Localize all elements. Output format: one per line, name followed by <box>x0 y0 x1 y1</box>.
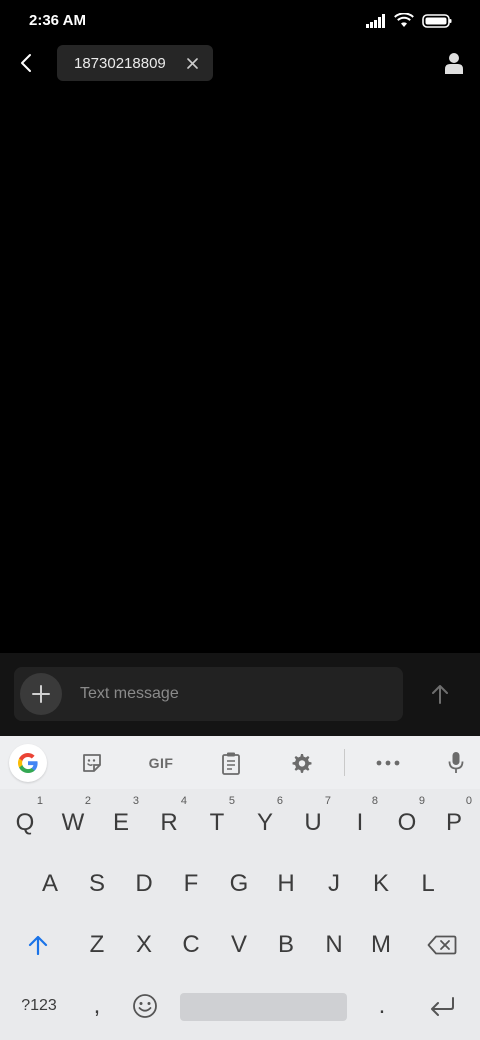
voice-input-button[interactable] <box>438 746 474 780</box>
symbols-key[interactable]: ?123 <box>8 976 70 1036</box>
compose-field <box>14 667 403 721</box>
person-icon <box>445 53 463 74</box>
conversation-header: 18730218809 <box>0 44 480 82</box>
key-i[interactable]: I8 <box>336 793 384 853</box>
arrow-up-icon <box>432 685 448 704</box>
comma-key[interactable]: , <box>73 976 121 1036</box>
key-e[interactable]: E3 <box>97 793 145 853</box>
message-input[interactable] <box>80 667 380 721</box>
space-bar[interactable] <box>180 993 347 1021</box>
backspace-key[interactable] <box>416 915 468 975</box>
clipboard-icon <box>222 752 240 775</box>
compose-bar <box>0 653 480 736</box>
microphone-icon <box>448 752 464 773</box>
shift-arrow-icon <box>28 935 48 955</box>
status-bar: 2:36 AM <box>0 0 480 44</box>
contact-button[interactable] <box>442 50 466 76</box>
key-t[interactable]: T5 <box>193 793 241 853</box>
toolbar-divider <box>344 749 345 776</box>
key-b[interactable]: B <box>262 915 310 975</box>
shift-key[interactable] <box>14 915 62 975</box>
sticker-icon <box>83 754 101 772</box>
send-button[interactable] <box>426 680 454 708</box>
sticker-button[interactable] <box>74 746 110 780</box>
key-y[interactable]: Y6 <box>241 793 289 853</box>
key-z[interactable]: Z <box>73 915 121 975</box>
key-x[interactable]: X <box>120 915 168 975</box>
battery-icon <box>422 13 452 33</box>
key-v[interactable]: V <box>215 915 263 975</box>
key-h[interactable]: H <box>262 854 310 914</box>
wifi-icon <box>394 12 414 33</box>
keyboard-toolbar: GIF <box>0 736 480 789</box>
recipient-chip[interactable]: 18730218809 <box>57 45 213 81</box>
key-w[interactable]: W2 <box>49 793 97 853</box>
signal-icon <box>366 13 386 33</box>
close-icon <box>186 57 198 69</box>
gear-icon <box>292 754 312 773</box>
clipboard-button[interactable] <box>213 746 249 780</box>
key-m[interactable]: M <box>357 915 405 975</box>
google-button[interactable] <box>9 744 47 782</box>
key-row-3: Z X C V B N M <box>0 915 480 975</box>
emoji-icon <box>133 994 157 1018</box>
back-button[interactable] <box>14 50 38 76</box>
gif-label: GIF <box>148 755 174 771</box>
key-a[interactable]: A <box>26 854 74 914</box>
key-r[interactable]: R4 <box>145 793 193 853</box>
backspace-icon <box>427 935 457 955</box>
key-u[interactable]: U7 <box>289 793 337 853</box>
gif-button[interactable]: GIF <box>143 746 179 780</box>
key-row-2: A S D F G H J K L <box>0 854 480 914</box>
key-p[interactable]: P0 <box>430 793 478 853</box>
keyboard: GIF Q 1 W 2 E 3 R 4 T 5 Y 6 U 7 I 8 O 9 … <box>0 736 480 1040</box>
status-time: 2:36 AM <box>29 12 86 29</box>
more-horizontal-icon <box>376 760 400 766</box>
key-f[interactable]: F <box>167 854 215 914</box>
key-k[interactable]: K <box>357 854 405 914</box>
enter-icon <box>431 997 454 1016</box>
key-l[interactable]: L <box>404 854 452 914</box>
recipient-number: 18730218809 <box>74 54 166 72</box>
key-j[interactable]: J <box>310 854 358 914</box>
key-d[interactable]: D <box>120 854 168 914</box>
remove-recipient-button[interactable] <box>183 54 201 72</box>
key-n[interactable]: N <box>310 915 358 975</box>
key-g[interactable]: G <box>215 854 263 914</box>
period-key[interactable]: . <box>358 976 406 1036</box>
enter-key[interactable] <box>416 976 468 1036</box>
settings-button[interactable] <box>283 746 319 780</box>
chevron-left-icon <box>21 54 31 72</box>
key-o[interactable]: O9 <box>383 793 431 853</box>
key-c[interactable]: C <box>167 915 215 975</box>
key-row-4: ?123 , . <box>0 976 480 1036</box>
more-button[interactable] <box>370 746 406 780</box>
google-g-icon <box>18 753 38 773</box>
key-q[interactable]: Q1 <box>1 793 49 853</box>
plus-icon <box>32 685 50 703</box>
status-icons <box>366 12 452 33</box>
message-list <box>0 82 480 653</box>
key-s[interactable]: S <box>73 854 121 914</box>
add-attachment-button[interactable] <box>20 673 62 715</box>
emoji-key[interactable] <box>121 976 169 1036</box>
key-row-1: Q1 W2 E3 R4 T5 Y6 U7 I8 O9 P0 <box>0 793 480 853</box>
